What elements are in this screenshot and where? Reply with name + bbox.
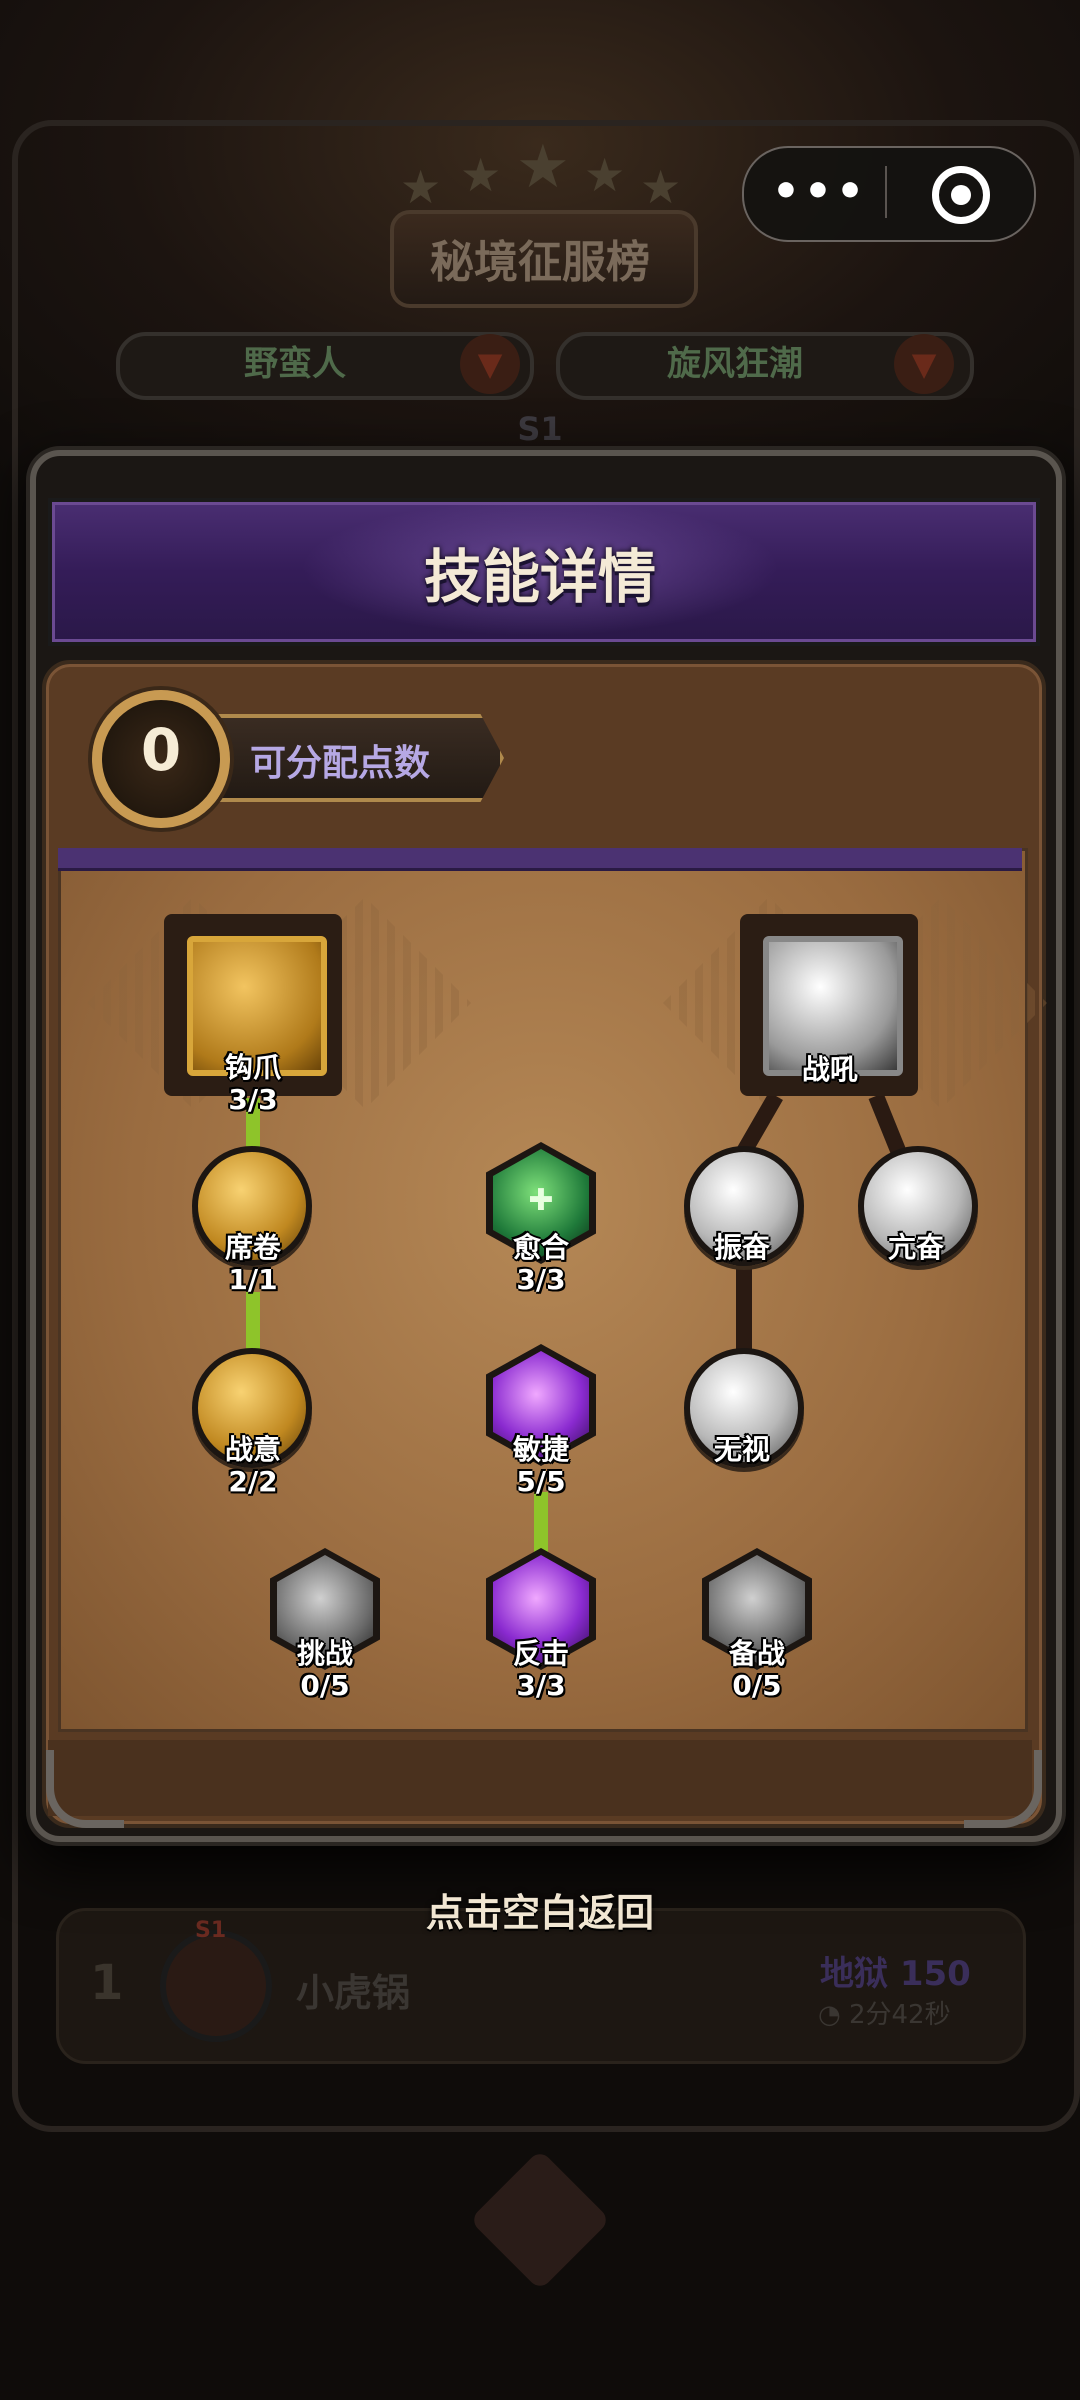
challenge-icon	[310, 1592, 340, 1622]
more-menu-button[interactable]: •••	[770, 164, 870, 220]
capsule-divider	[885, 166, 887, 218]
frenzy-icon	[902, 1190, 932, 1220]
skill-level: 0/5	[300, 1669, 350, 1702]
corner-ornament	[46, 1750, 124, 1828]
star-icon: ★	[640, 160, 682, 214]
clock-icon: ◔	[818, 2000, 849, 2030]
skill-level: 0/5	[732, 1669, 782, 1702]
skill-link-inactive	[736, 1264, 752, 1354]
counter-icon	[526, 1592, 556, 1622]
dialog-footer-strip	[48, 1740, 1032, 1816]
star-icon: ★	[516, 132, 570, 202]
skill-name: 敏捷	[512, 1433, 569, 1466]
skill-name: 亢奋	[887, 1231, 944, 1264]
difficulty-label: 地狱 150	[820, 1954, 971, 1994]
star-icon: ★	[400, 160, 442, 214]
chain-sweep-icon	[236, 1190, 266, 1220]
skill-name: 钩爪	[224, 1051, 281, 1084]
skill-name: 无视	[713, 1433, 770, 1466]
tap-blank-to-return-hint[interactable]: 点击空白返回	[0, 1882, 1080, 1937]
points-label: 可分配点数	[250, 743, 431, 784]
skill-level: 5/5	[516, 1465, 566, 1498]
build-select-label: 旋风狂潮	[667, 344, 803, 384]
skill-name: 席卷	[224, 1231, 281, 1264]
skill-name: 反击	[512, 1637, 569, 1670]
skill-level: 1/1	[228, 1263, 278, 1296]
star-icon: ★	[460, 148, 502, 202]
skill-link-active	[534, 1492, 548, 1554]
clear-time-value: 2分42秒	[848, 2000, 951, 2030]
skill-name: 战吼	[801, 1053, 858, 1086]
close-x-icon	[469, 2149, 611, 2291]
skill-level: 3/3	[516, 1669, 566, 1702]
skill-name: 战意	[224, 1433, 281, 1466]
skill-level: 3/3	[228, 1083, 278, 1116]
avatar	[160, 1930, 272, 2042]
target-icon	[951, 185, 971, 205]
skill-name: 挑战	[296, 1637, 353, 1670]
agility-icon	[526, 1388, 556, 1418]
leaderboard-title: 秘境征服榜	[430, 237, 650, 288]
skill-name: 愈合	[512, 1231, 569, 1264]
clear-time: ◔ 2分42秒	[818, 1994, 951, 2031]
skill-name: 备战	[728, 1637, 785, 1670]
battle-will-icon	[236, 1392, 266, 1422]
points-value: 0	[140, 716, 182, 784]
season-label: S1	[517, 410, 563, 448]
dialog-title: 技能详情	[423, 543, 656, 611]
class-select-label: 野蛮人	[244, 344, 346, 384]
skill-link-active	[246, 1292, 260, 1352]
ready-icon	[742, 1592, 772, 1622]
rally-icon	[728, 1190, 758, 1220]
heal-icon: ✚	[528, 1183, 554, 1218]
chevron-down-icon[interactable]: ▼	[894, 334, 954, 394]
board-tab-strip	[58, 848, 1022, 871]
skill-level: 3/3	[516, 1263, 566, 1296]
chevron-down-icon[interactable]: ▼	[460, 334, 520, 394]
ignore-icon	[728, 1392, 758, 1422]
star-icon: ★	[584, 148, 626, 202]
player-name: 小虎锅	[296, 1971, 411, 2015]
row-rank: 1	[90, 1955, 124, 2011]
skill-name: 振奋	[713, 1231, 770, 1264]
skill-level: 2/2	[228, 1465, 278, 1498]
